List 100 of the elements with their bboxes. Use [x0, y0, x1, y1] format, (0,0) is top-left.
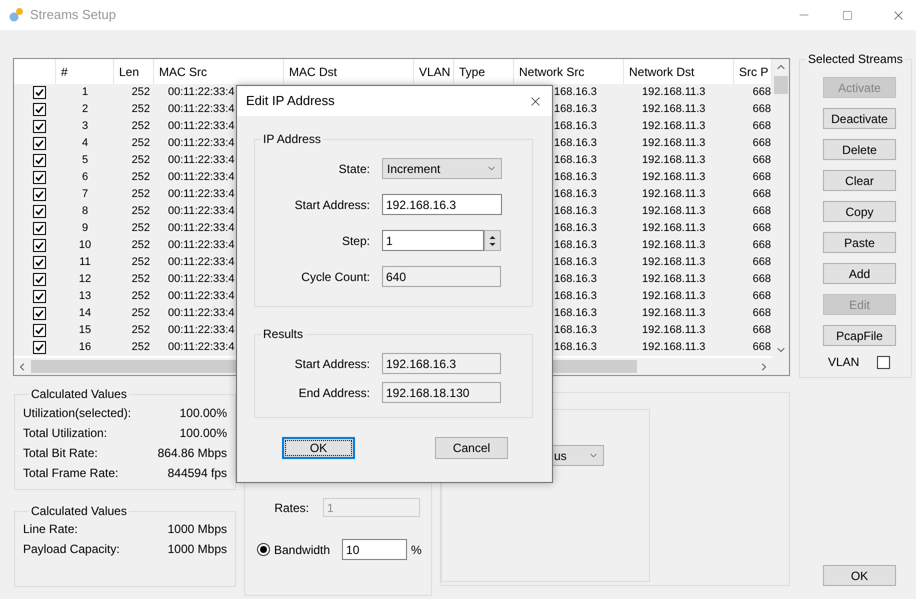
table-cell: 668	[752, 273, 771, 285]
group-title: Calculated Values	[30, 386, 128, 403]
table-cell: 192.168.11.3	[642, 205, 706, 217]
stat-value: 864.86 Mbps	[158, 445, 227, 462]
stat-label: Line Rate:	[23, 521, 78, 538]
table-cell: 668	[752, 120, 771, 132]
table-cell: 11	[79, 256, 91, 268]
table-cell: 192.168.11.3	[642, 120, 706, 132]
group-title: IP Address	[262, 131, 322, 148]
table-cell: 252	[132, 120, 150, 132]
stat-label: Payload Capacity:	[23, 541, 120, 558]
table-cell: 192.168.11.3	[642, 256, 706, 268]
table-cell: 192.168.11.3	[642, 307, 706, 319]
table-cell: 192.168.11.3	[642, 154, 706, 166]
table-cell: 00:11:22:33:4	[168, 307, 234, 319]
table-cell: 168.16.3	[554, 154, 597, 166]
stat-value: 844594 fps	[168, 465, 227, 482]
group-title: Selected Streams	[807, 51, 904, 68]
table-cell: 192.168.11.3	[642, 188, 706, 200]
window-title: Streams Setup	[30, 6, 116, 24]
table-cell: 168.16.3	[554, 222, 597, 234]
table-cell: 00:11:22:33:4	[168, 120, 234, 132]
table-cell: 252	[132, 154, 150, 166]
table-cell: 252	[132, 205, 150, 217]
table-cell: 00:11:22:33:4	[168, 205, 234, 217]
table-cell: 668	[752, 239, 771, 251]
table-cell: 2	[82, 103, 88, 115]
table-cell: 168.16.3	[554, 86, 597, 98]
table-cell: 252	[132, 239, 150, 251]
table-cell: 168.16.3	[554, 171, 597, 183]
table-cell: 252	[132, 171, 150, 183]
field-label: End Address:	[298, 384, 370, 402]
table-cell: 00:11:22:33:4	[168, 324, 234, 336]
table-cell: 192.168.11.3	[642, 171, 706, 183]
table-cell: 192.168.11.3	[642, 273, 706, 285]
stat-value: 100.00%	[180, 425, 227, 442]
table-cell: 668	[752, 290, 771, 302]
table-cell: 168.16.3	[554, 137, 597, 149]
stat-value: 100.00%	[180, 405, 227, 422]
table-cell: 15	[78, 324, 92, 336]
table-cell: 192.168.11.3	[642, 222, 706, 234]
table-cell: 4	[82, 137, 88, 149]
table-cell: 13	[78, 290, 92, 302]
table-cell: 6	[82, 171, 88, 183]
table-cell: 168.16.3	[554, 103, 597, 115]
table-cell: 668	[752, 103, 771, 115]
table-cell: 668	[752, 341, 771, 353]
table-cell: 668	[752, 307, 771, 319]
table-cell: 668	[752, 205, 771, 217]
table-cell: 5	[82, 154, 88, 166]
table-cell: 668	[752, 86, 771, 98]
table-cell: 168.16.3	[554, 307, 597, 319]
table-cell: 168.16.3	[554, 188, 597, 200]
table-cell: 192.168.11.3	[642, 290, 706, 302]
table-cell: 12	[78, 273, 92, 285]
stat-label: Total Utilization:	[23, 425, 108, 442]
table-cell: 10	[78, 239, 92, 251]
table-cell: 252	[132, 188, 150, 200]
table-cell: 00:11:22:33:4	[168, 103, 234, 115]
table-cell: 9	[82, 222, 88, 234]
table-cell: 168.16.3	[554, 273, 597, 285]
table-cell: 252	[132, 256, 150, 268]
group-title: Calculated Values	[30, 503, 128, 520]
table-cell: 00:11:22:33:4	[168, 239, 234, 251]
table-cell: 00:11:22:33:4	[168, 154, 234, 166]
table-cell: 168.16.3	[554, 239, 597, 251]
dialog-title: Edit IP Address	[246, 92, 335, 110]
stat-value: 1000 Mbps	[168, 521, 227, 538]
vlan-label: VLAN	[828, 354, 860, 371]
table-cell: 252	[132, 341, 150, 353]
rates-label: Rates:	[273, 500, 309, 516]
table-cell: 168.16.3	[554, 205, 597, 217]
table-cell: 168.16.3	[554, 120, 597, 132]
field-label: Cycle Count:	[300, 268, 370, 286]
table-cell: 168.16.3	[554, 324, 597, 336]
table-cell: 8	[82, 205, 88, 217]
table-cell: 7	[82, 188, 88, 200]
table-cell: 668	[752, 188, 771, 200]
table-cell: 192.168.11.3	[642, 324, 706, 336]
stat-value: 1000 Mbps	[168, 541, 227, 558]
group-title: Results	[262, 326, 304, 343]
table-cell: 668	[752, 324, 771, 336]
table-cell: 252	[132, 222, 150, 234]
table-cell: 16	[78, 341, 92, 353]
table-cell: 168.16.3	[554, 341, 597, 353]
table-cell: 192.168.11.3	[642, 239, 706, 251]
field-label: State:	[338, 160, 370, 178]
table-cell: 668	[752, 256, 771, 268]
table-cell: 252	[132, 273, 150, 285]
unit-label: %	[411, 542, 422, 558]
stat-label: Total Frame Rate:	[23, 465, 118, 482]
table-cell: 252	[132, 324, 150, 336]
table-cell: 00:11:22:33:4	[168, 273, 234, 285]
table-cell: 192.168.11.3	[642, 86, 706, 98]
table-cell: 668	[752, 137, 771, 149]
table-cell: 192.168.11.3	[642, 341, 706, 353]
table-cell: 168.16.3	[554, 290, 597, 302]
field-label: Start Address:	[294, 196, 370, 214]
table-cell: 00:11:22:33:4	[168, 256, 234, 268]
table-cell: 668	[752, 171, 771, 183]
